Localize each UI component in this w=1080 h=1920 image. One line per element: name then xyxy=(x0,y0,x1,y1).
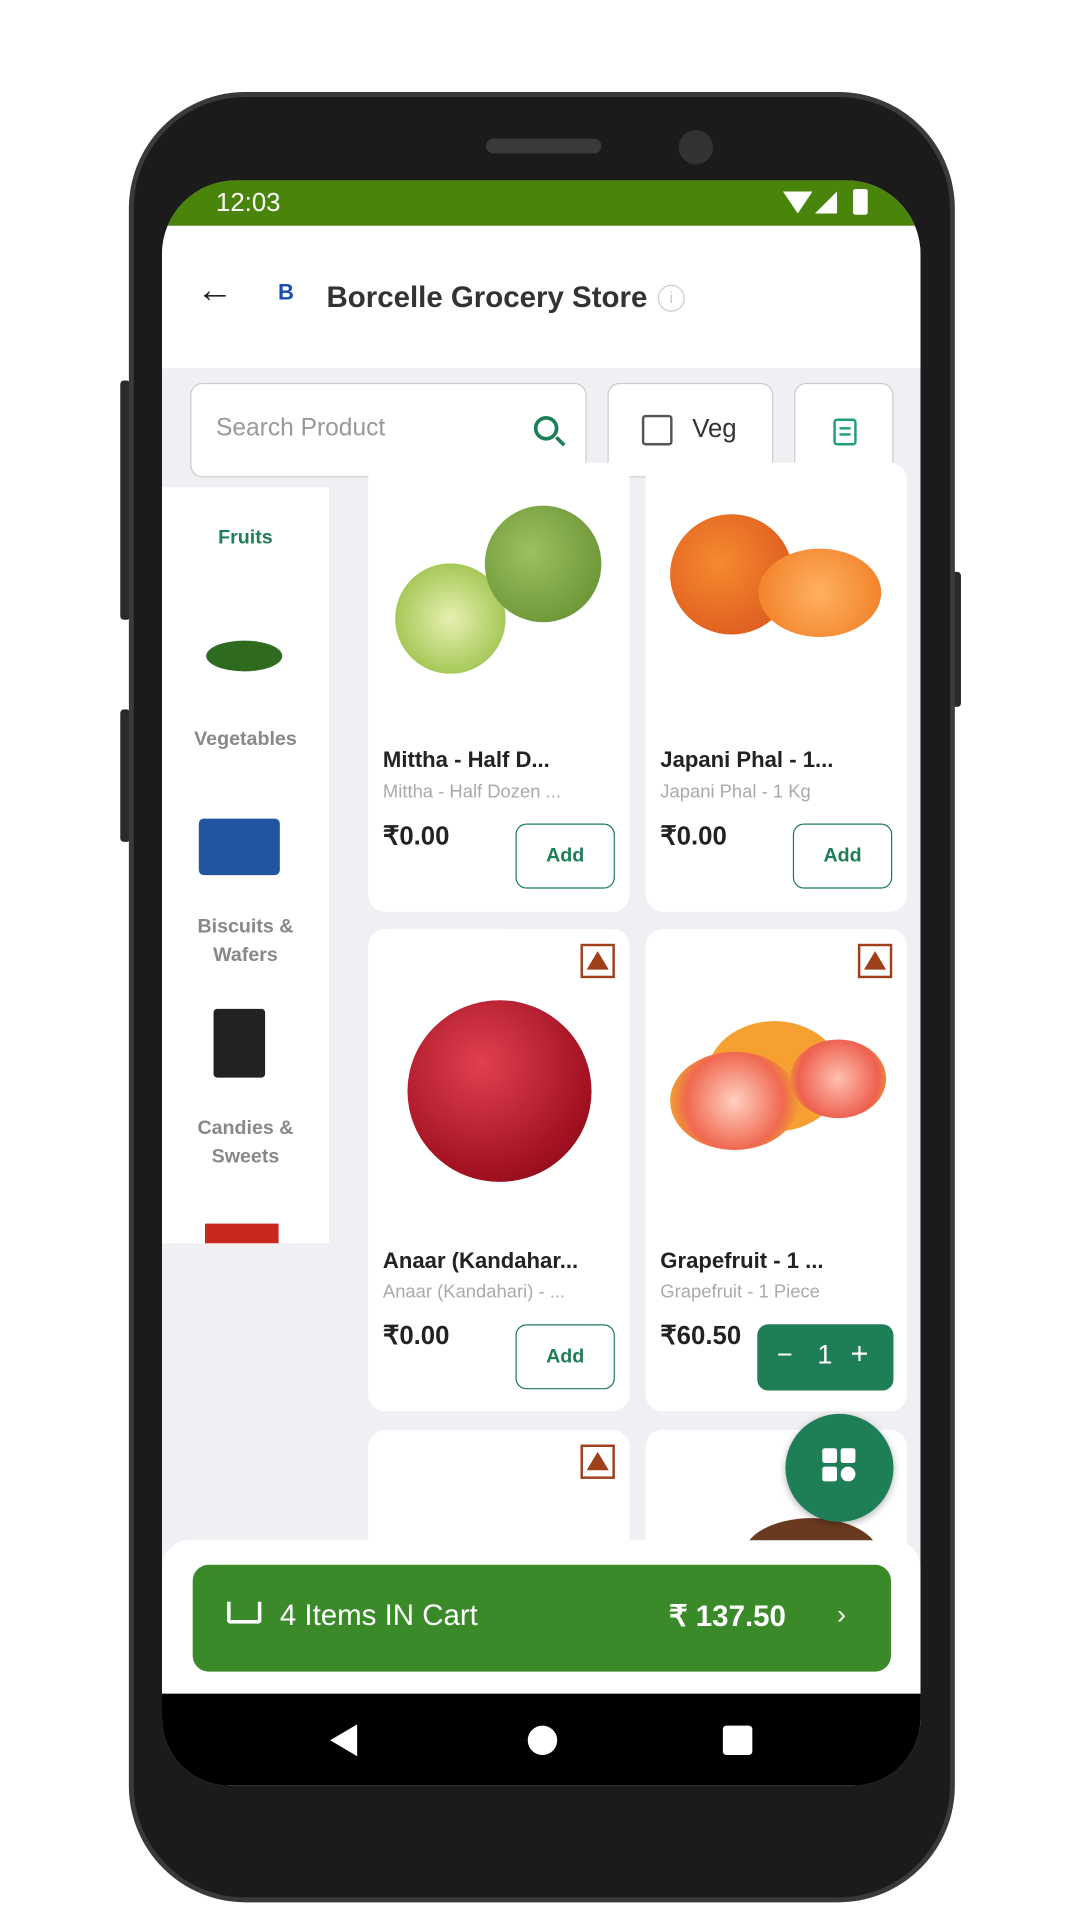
cart-panel: 4 Items IN Cart ₹ 137.50 › xyxy=(162,1540,921,1695)
decrease-button[interactable]: − xyxy=(777,1339,793,1371)
wifi-icon xyxy=(783,191,813,214)
product-image-3 xyxy=(790,1039,887,1119)
candies-image xyxy=(213,1008,266,1078)
increase-button[interactable]: + xyxy=(851,1337,869,1373)
camera xyxy=(678,130,714,165)
category-sidebar: Fruits Vegetables Biscuits & Wafers Cand… xyxy=(162,487,329,1244)
search-icon-handle xyxy=(555,436,566,447)
product-image xyxy=(407,1000,592,1182)
store-title: Borcelle Grocery Store xyxy=(326,281,648,315)
product-name: Japani Phal - 1... xyxy=(660,747,834,772)
clock: 12:03 xyxy=(216,189,281,218)
product-card[interactable]: Anaar (Kandahar... Anaar (Kandahari) - .… xyxy=(368,929,630,1412)
product-price: ₹60.50 xyxy=(660,1321,742,1351)
grid-icon xyxy=(822,1448,838,1463)
cart-items-label: 4 Items IN Cart xyxy=(279,1599,478,1633)
nav-recents-icon[interactable] xyxy=(722,1725,753,1756)
list-icon xyxy=(833,418,857,446)
product-price: ₹0.00 xyxy=(382,1321,450,1351)
grid-icon-cell xyxy=(822,1466,838,1482)
chevron-right-icon: › xyxy=(837,1599,847,1630)
speaker xyxy=(486,138,602,154)
product-card[interactable]: Japani Phal - 1... Japani Phal - 1 Kg ₹0… xyxy=(645,462,907,912)
view-cart-button[interactable]: 4 Items IN Cart ₹ 137.50 › xyxy=(192,1564,892,1672)
product-name: Anaar (Kandahar... xyxy=(382,1248,579,1273)
category-fruits[interactable]: Fruits xyxy=(162,524,329,552)
biscuits-image xyxy=(198,818,280,876)
product-subtitle: Japani Phal - 1 Kg xyxy=(660,781,811,803)
product-price: ₹0.00 xyxy=(660,822,727,851)
store-logo: B xyxy=(277,279,294,305)
product-price: ₹0.00 xyxy=(382,822,450,851)
quantity-value: 1 xyxy=(817,1338,833,1370)
product-name: Grapefruit - 1 ... xyxy=(660,1248,824,1273)
search-placeholder: Search Product xyxy=(216,414,386,442)
category-vegetables[interactable]: Vegetables xyxy=(162,725,329,753)
screen: 12:03 ← B Borcelle Grocery Store i Searc… xyxy=(162,180,921,1786)
veg-label: Veg xyxy=(692,414,737,444)
grid-icon-cell xyxy=(840,1466,856,1482)
nav-back-icon[interactable] xyxy=(330,1724,358,1757)
navigation-bar xyxy=(162,1693,921,1786)
veg-checkbox[interactable] xyxy=(641,414,673,446)
category-biscuits[interactable]: Biscuits & Wafers xyxy=(162,913,329,969)
category-image xyxy=(204,1223,279,1244)
cart-icon xyxy=(227,1601,262,1624)
product-image-2 xyxy=(484,505,602,623)
cart-total: ₹ 137.50 xyxy=(668,1600,786,1634)
product-subtitle: Anaar (Kandahari) - ... xyxy=(382,1281,566,1303)
product-card[interactable]: Grapefruit - 1 ... Grapefruit - 1 Piece … xyxy=(645,929,907,1412)
search-icon[interactable] xyxy=(533,416,559,441)
quantity-stepper[interactable]: − 1 + xyxy=(757,1324,894,1391)
grid-icon-cell xyxy=(840,1448,856,1463)
product-subtitle: Grapefruit - 1 Piece xyxy=(660,1281,820,1303)
info-icon[interactable]: i xyxy=(657,284,685,312)
categories-fab[interactable] xyxy=(785,1413,894,1522)
non-veg-icon xyxy=(580,943,615,979)
vegetables-image xyxy=(206,640,283,672)
category-candies[interactable]: Candies & Sweets xyxy=(162,1114,329,1170)
product-name: Mittha - Half D... xyxy=(382,747,550,772)
product-card[interactable]: Mittha - Half D... Mittha - Half Dozen .… xyxy=(368,462,630,912)
status-bar: 12:03 xyxy=(162,180,921,226)
add-button[interactable]: Add xyxy=(515,823,615,889)
battery-icon xyxy=(852,189,868,215)
nav-home-icon[interactable] xyxy=(527,1725,558,1756)
product-subtitle: Mittha - Half Dozen ... xyxy=(382,781,561,803)
product-image-2 xyxy=(758,548,882,637)
product-image-2 xyxy=(670,1051,799,1150)
non-veg-icon xyxy=(857,943,893,979)
back-arrow-icon[interactable]: ← xyxy=(196,270,233,312)
non-veg-icon xyxy=(580,1444,615,1479)
add-button[interactable]: Add xyxy=(515,1324,615,1390)
add-button[interactable]: Add xyxy=(792,823,893,889)
signal-icon xyxy=(814,191,838,214)
